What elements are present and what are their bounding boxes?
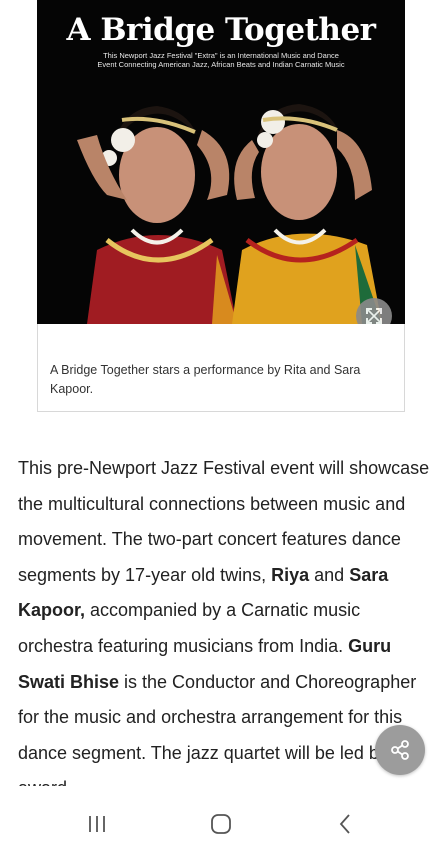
share-button[interactable] bbox=[375, 725, 425, 775]
recents-icon bbox=[89, 816, 105, 832]
figure-caption: A Bridge Together stars a performance by… bbox=[50, 363, 361, 396]
article-paragraph: This pre-Newport Jazz Festival event wil… bbox=[18, 451, 433, 807]
share-icon bbox=[391, 740, 409, 760]
back-icon bbox=[339, 814, 350, 834]
home-button[interactable] bbox=[206, 812, 236, 836]
home-icon bbox=[211, 814, 231, 834]
content-clip bbox=[0, 786, 443, 800]
poster-title: A Bridge Together bbox=[66, 12, 376, 48]
dancers-photo bbox=[77, 104, 382, 324]
poster-subtitle: This Newport Jazz Festival "Extra" is an… bbox=[67, 51, 375, 69]
back-button[interactable] bbox=[330, 812, 360, 836]
expand-icon bbox=[366, 308, 382, 324]
event-poster-image[interactable]: A Bridge Together This Newport Jazz Fest… bbox=[37, 0, 405, 324]
article-figure: A Bridge Together This Newport Jazz Fest… bbox=[37, 0, 405, 412]
paragraph-text-and: and bbox=[309, 564, 350, 585]
system-navigation-bar bbox=[0, 800, 443, 851]
dancer-name-riya: Riya bbox=[271, 564, 310, 585]
poster-subtitle-line-1: This Newport Jazz Festival "Extra" is an… bbox=[103, 51, 339, 60]
poster-subtitle-line-2: Event Connecting American Jazz, African … bbox=[97, 60, 345, 69]
recents-button[interactable] bbox=[82, 812, 112, 836]
